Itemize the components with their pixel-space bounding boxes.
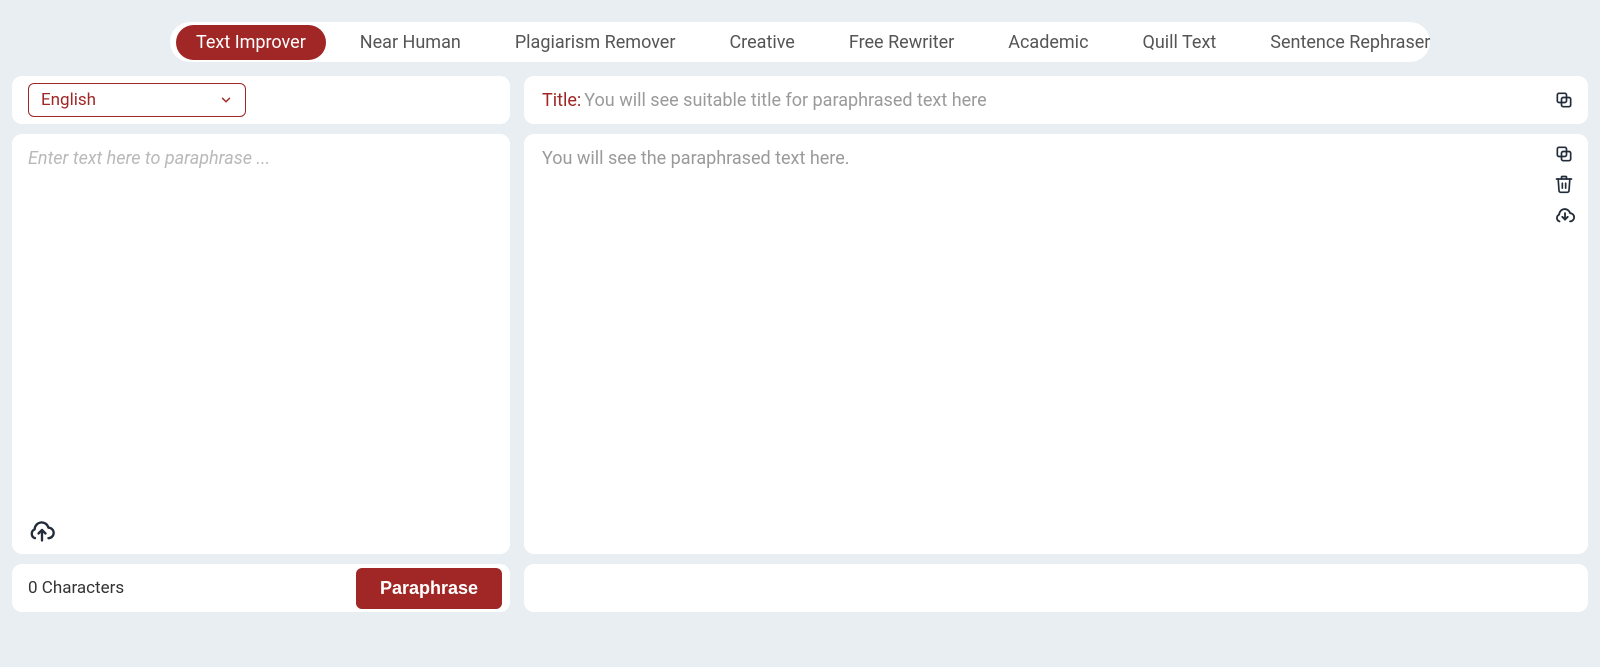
right-column: Title: You will see suitable title for p… bbox=[524, 76, 1588, 612]
main-layout: English 0 Characters Paraphrase Title: bbox=[0, 76, 1600, 612]
cloud-upload-icon[interactable] bbox=[28, 516, 56, 544]
tab-plagiarism-remover[interactable]: Plagiarism Remover bbox=[495, 25, 696, 60]
tab-text-improver[interactable]: Text Improver bbox=[176, 25, 326, 60]
output-actions bbox=[1554, 144, 1576, 226]
copy-icon[interactable] bbox=[1554, 144, 1576, 164]
language-card: English bbox=[12, 76, 510, 124]
trash-icon[interactable] bbox=[1554, 174, 1576, 194]
input-textarea[interactable] bbox=[28, 148, 494, 509]
input-card bbox=[12, 134, 510, 554]
tab-sentence-rephraser[interactable]: Sentence Rephraser bbox=[1250, 25, 1450, 60]
tab-quill-text[interactable]: Quill Text bbox=[1123, 25, 1237, 60]
tab-academic[interactable]: Academic bbox=[988, 25, 1108, 60]
copy-icon[interactable] bbox=[1554, 90, 1574, 110]
tab-near-human[interactable]: Near Human bbox=[340, 25, 481, 60]
title-placeholder: You will see suitable title for paraphra… bbox=[584, 90, 986, 111]
language-value: English bbox=[41, 90, 96, 110]
title-card: Title: You will see suitable title for p… bbox=[524, 76, 1588, 124]
output-placeholder: You will see the paraphrased text here. bbox=[542, 148, 1570, 169]
tab-creative[interactable]: Creative bbox=[709, 25, 814, 60]
output-card: You will see the paraphrased text here. bbox=[524, 134, 1588, 554]
tab-free-rewriter[interactable]: Free Rewriter bbox=[829, 25, 974, 60]
cloud-download-icon[interactable] bbox=[1554, 204, 1576, 226]
mode-tabs: Text Improver Near Human Plagiarism Remove… bbox=[170, 22, 1430, 62]
character-count: 0 Characters bbox=[28, 578, 124, 598]
input-footer: 0 Characters Paraphrase bbox=[12, 564, 510, 612]
paraphrase-button[interactable]: Paraphrase bbox=[356, 568, 502, 609]
chevron-down-icon bbox=[219, 93, 233, 107]
left-column: English 0 Characters Paraphrase bbox=[12, 76, 510, 612]
language-select[interactable]: English bbox=[28, 83, 246, 117]
output-footer bbox=[524, 564, 1588, 612]
title-label: Title: bbox=[542, 90, 581, 111]
